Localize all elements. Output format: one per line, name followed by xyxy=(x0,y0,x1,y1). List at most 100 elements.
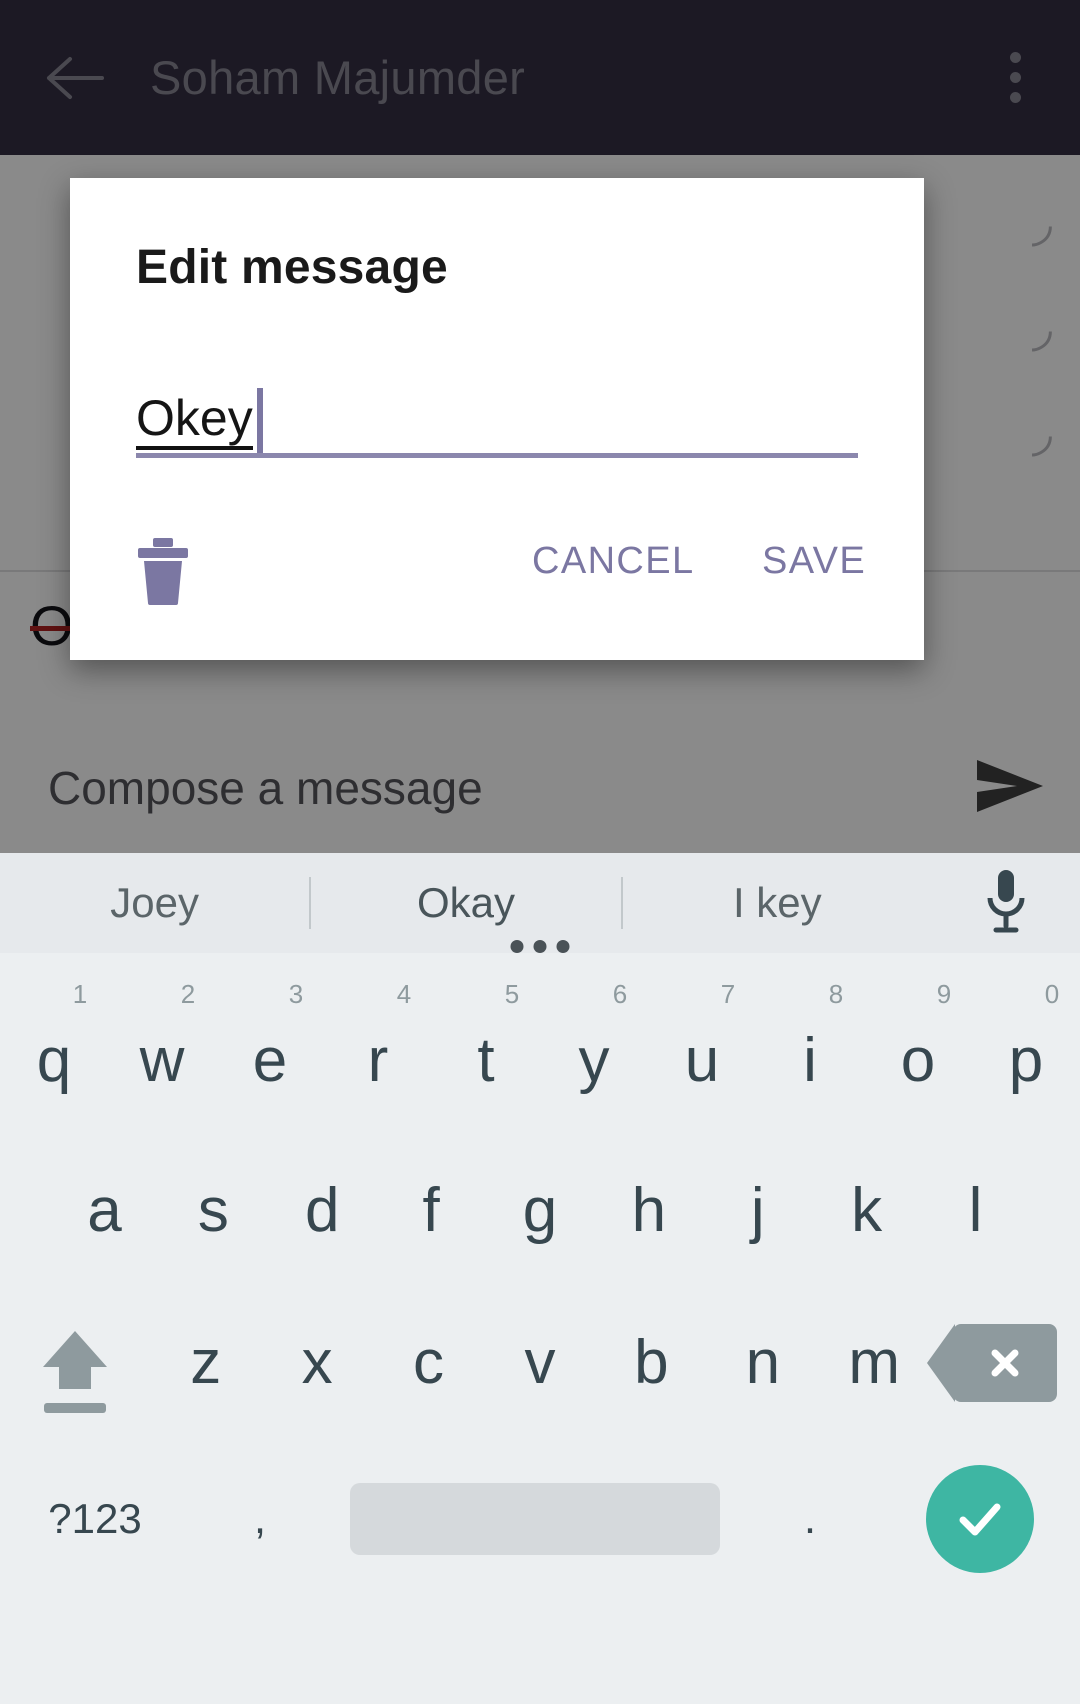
microphone-icon xyxy=(983,868,1029,939)
key-d[interactable]: d xyxy=(268,1135,377,1287)
back-button[interactable] xyxy=(0,0,150,155)
key-k[interactable]: k xyxy=(812,1135,921,1287)
period-key[interactable]: . xyxy=(740,1494,880,1544)
space-key[interactable] xyxy=(350,1483,720,1555)
shift-icon xyxy=(38,1325,112,1402)
key-label: k xyxy=(851,1176,883,1245)
key-label: p xyxy=(1008,1026,1044,1095)
voice-input-button[interactable] xyxy=(932,868,1080,939)
edit-message-dialog: Edit message Okey CANCEL SAVE xyxy=(70,178,924,660)
keyboard-row-4: ?123 , . xyxy=(0,1439,1080,1599)
key-number-hint: 3 xyxy=(288,979,304,1009)
more-vertical-icon xyxy=(1009,92,1021,103)
key-c[interactable]: c xyxy=(373,1287,484,1439)
key-v[interactable]: v xyxy=(484,1287,595,1439)
keyboard-keys: 1q2w3e4r5t6y7u8i9o0p asdfghjkl zxcvbnm ?… xyxy=(0,953,1080,1704)
suggestion-bar: Joey Okay I key xyxy=(0,853,1080,953)
key-j[interactable]: j xyxy=(703,1135,812,1287)
key-label: c xyxy=(413,1328,445,1397)
check-icon xyxy=(926,1465,1034,1573)
overflow-menu-button[interactable] xyxy=(950,0,1080,155)
key-label: i xyxy=(803,1026,817,1095)
key-s[interactable]: s xyxy=(159,1135,268,1287)
key-n[interactable]: n xyxy=(707,1287,818,1439)
key-label: x xyxy=(301,1328,333,1397)
key-h[interactable]: h xyxy=(594,1135,703,1287)
key-number-hint: 2 xyxy=(180,979,196,1009)
key-u[interactable]: 7u xyxy=(648,963,756,1135)
cancel-button[interactable]: CANCEL xyxy=(532,540,695,583)
app-bar: Soham Majumder xyxy=(0,0,1080,155)
send-button[interactable] xyxy=(940,756,1080,821)
text-cursor xyxy=(257,388,263,456)
key-label: w xyxy=(139,1026,185,1095)
more-vertical-icon xyxy=(1009,52,1021,63)
key-number-hint: 6 xyxy=(612,979,628,1009)
keyboard-row-3: z x c v b nm xyxy=(0,1287,1080,1439)
key-label: j xyxy=(750,1176,765,1245)
input-underline xyxy=(136,453,858,458)
key-label: t xyxy=(477,1026,495,1095)
compose-bar: Compose a message xyxy=(0,723,1080,853)
key-a[interactable]: a xyxy=(50,1135,159,1287)
page-title: Soham Majumder xyxy=(150,51,526,104)
key-x[interactable]: x xyxy=(261,1287,372,1439)
key-label: o xyxy=(900,1026,936,1095)
key-label: r xyxy=(367,1026,389,1095)
message-status-mark: ◞ xyxy=(1031,404,1052,462)
suggestion-item[interactable]: Joey xyxy=(0,879,309,927)
key-l[interactable]: l xyxy=(921,1135,1030,1287)
key-label: q xyxy=(36,1026,72,1095)
key-label: n xyxy=(745,1328,781,1397)
key-p[interactable]: 0p xyxy=(972,963,1080,1135)
message-input-field[interactable]: Okey xyxy=(136,374,858,458)
key-g[interactable]: g xyxy=(486,1135,595,1287)
key-t[interactable]: 5t xyxy=(432,963,540,1135)
key-z[interactable]: z xyxy=(150,1287,261,1439)
key-label: m xyxy=(848,1328,901,1397)
key-number-hint: 5 xyxy=(504,979,520,1009)
send-icon xyxy=(973,756,1047,821)
key-b[interactable]: b xyxy=(596,1287,707,1439)
key-o[interactable]: 9o xyxy=(864,963,972,1135)
soft-keyboard: Joey Okay I key 1q2w3e4r5t6y7u8i9o0p a s… xyxy=(0,853,1080,1704)
key-label: v xyxy=(524,1328,556,1397)
message-status-mark: ◞ xyxy=(1031,194,1052,252)
message-status-mark: ◞ xyxy=(1031,299,1052,357)
delete-button[interactable] xyxy=(132,536,202,610)
key-i[interactable]: 8i xyxy=(756,963,864,1135)
key-f[interactable]: f xyxy=(377,1135,486,1287)
save-button[interactable]: SAVE xyxy=(762,540,866,583)
key-w[interactable]: 2w xyxy=(108,963,216,1135)
key-label: f xyxy=(422,1176,440,1245)
more-vertical-icon xyxy=(1009,72,1021,83)
key-label: d xyxy=(304,1176,340,1245)
enter-key[interactable] xyxy=(880,1465,1080,1573)
key-label: z xyxy=(190,1328,222,1397)
symbols-key[interactable]: ?123 xyxy=(0,1495,190,1543)
key-label: y xyxy=(578,1026,610,1095)
key-e[interactable]: 3e xyxy=(216,963,324,1135)
compose-input[interactable]: Compose a message xyxy=(48,761,940,815)
shift-key[interactable] xyxy=(0,1287,150,1439)
key-label: e xyxy=(252,1026,288,1095)
key-label: s xyxy=(197,1176,229,1245)
key-y[interactable]: 6y xyxy=(540,963,648,1135)
suggestion-item[interactable]: Okay xyxy=(311,879,620,927)
comma-key[interactable]: , xyxy=(190,1494,330,1544)
key-number-hint: 7 xyxy=(720,979,736,1009)
message-input-value: Okey xyxy=(136,391,253,450)
key-q[interactable]: 1q xyxy=(0,963,108,1135)
key-m[interactable]: m xyxy=(819,1287,930,1439)
suggestion-expand-icon[interactable] xyxy=(510,940,570,953)
key-label: h xyxy=(631,1176,667,1245)
key-r[interactable]: 4r xyxy=(324,963,432,1135)
dialog-title: Edit message xyxy=(136,241,448,294)
phone-screen: Soham Majumder ◞ ◞ ◞ Okey Compose a mess… xyxy=(0,0,1080,1704)
key-number-hint: 1 xyxy=(72,979,88,1009)
backspace-icon xyxy=(927,1324,1057,1402)
arrow-left-icon xyxy=(46,56,104,100)
backspace-key[interactable] xyxy=(927,1287,1080,1439)
key-label: g xyxy=(522,1176,558,1245)
suggestion-item[interactable]: I key xyxy=(623,879,932,927)
